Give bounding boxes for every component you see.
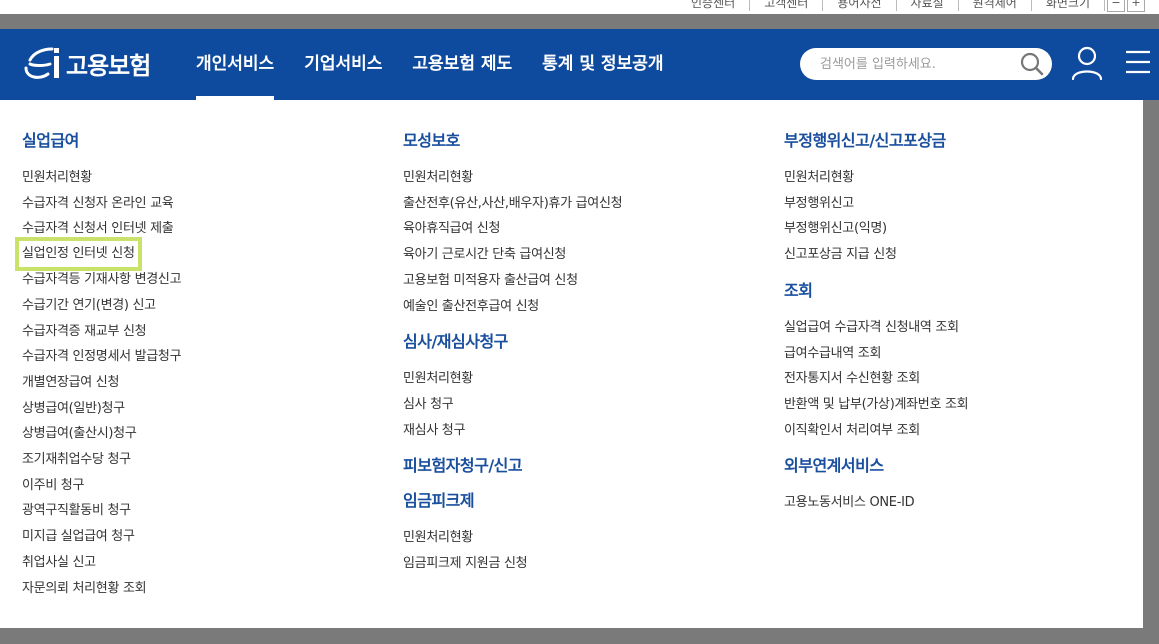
menu-link[interactable]: 이직확인서 처리여부 조회 bbox=[784, 418, 968, 444]
menu-link[interactable]: 자문의뢰 처리현황 조회 bbox=[22, 576, 181, 602]
category-title[interactable]: 외부연계서비스 bbox=[784, 455, 968, 477]
category-title[interactable]: 심사/재심사청구 bbox=[403, 331, 622, 353]
menu-link[interactable]: 수급자격증 재교부 신청 bbox=[22, 319, 181, 345]
menu-link[interactable]: 육아휴직급여 신청 bbox=[403, 216, 622, 242]
menu-link[interactable]: 육아기 근로시간 단축 급여신청 bbox=[403, 242, 622, 268]
menu-link[interactable]: 광역구직활동비 청구 bbox=[22, 498, 181, 524]
menu-link[interactable]: 수급자격 신청서 인터넷 제출 bbox=[22, 216, 181, 242]
menu-link[interactable]: 수급자격등 기재사항 변경신고 bbox=[22, 267, 182, 293]
menu-link[interactable]: 민원처리현황 bbox=[403, 165, 622, 191]
nav-business-services[interactable]: 기업서비스 bbox=[304, 29, 382, 100]
menu-link[interactable]: 심사 청구 bbox=[403, 392, 622, 418]
category-title[interactable]: 조회 bbox=[784, 280, 968, 302]
util-link-auth[interactable]: 인증센터 bbox=[677, 0, 751, 11]
nav-statistics[interactable]: 통계 및 정보공개 bbox=[542, 29, 663, 100]
menu-link[interactable]: 부정행위신고 bbox=[784, 191, 968, 217]
main-navigation: 개인서비스 기업서비스 고용보험 제도 통계 및 정보공개 bbox=[196, 29, 694, 100]
utility-bar: 인증센터 고객센터 용어사전 자료실 원격제어 화면크기 − + bbox=[0, 0, 1159, 14]
menu-column-report: 부정행위신고/신고포상금 민원처리현황 부정행위신고 부정행위신고(익명) 신고… bbox=[784, 130, 969, 516]
menu-link[interactable]: 재심사 청구 bbox=[403, 418, 622, 444]
user-icon[interactable] bbox=[1070, 45, 1104, 81]
menu-link[interactable]: 반환액 및 납부(가상)계좌번호 조회 bbox=[784, 392, 969, 418]
site-header: 고용보험 개인서비스 기업서비스 고용보험 제도 통계 및 정보공개 bbox=[0, 29, 1159, 100]
menu-column-maternity: 모성보호 민원처리현황 출산전후(유산,사산,배우자)휴가 급여신청 육아휴직급… bbox=[403, 130, 623, 577]
menu-link[interactable]: 상병급여(출산시)청구 bbox=[22, 421, 181, 447]
menu-link[interactable]: 수급자격 신청자 온라인 교육 bbox=[22, 191, 181, 217]
nav-personal-services[interactable]: 개인서비스 bbox=[196, 29, 275, 100]
menu-link[interactable]: 미지급 실업급여 청구 bbox=[22, 524, 181, 550]
category-title[interactable]: 실업급여 bbox=[22, 130, 181, 152]
category-title[interactable]: 부정행위신고/신고포상금 bbox=[784, 130, 968, 152]
util-link-remote[interactable]: 원격제어 bbox=[959, 0, 1032, 11]
menu-link[interactable]: 실업급여 수급자격 신청내역 조회 bbox=[784, 315, 968, 341]
nav-insurance-system[interactable]: 고용보험 제도 bbox=[412, 29, 512, 100]
menu-column-unemployment: 실업급여 민원처리현황 수급자격 신청자 온라인 교육 수급자격 신청서 인터넷… bbox=[15, 130, 182, 602]
menu-link[interactable]: 이주비 청구 bbox=[22, 473, 181, 499]
menu-link[interactable]: 부정행위신고(익명) bbox=[784, 216, 968, 242]
util-link-screen-size: 화면크기 bbox=[1032, 0, 1105, 11]
menu-link[interactable]: 급여수급내역 조회 bbox=[784, 341, 968, 367]
search-box bbox=[800, 48, 1052, 80]
site-logo[interactable]: 고용보험 bbox=[22, 43, 151, 83]
menu-link[interactable]: 민원처리현황 bbox=[403, 525, 622, 551]
menu-link[interactable]: 상병급여(일반)청구 bbox=[22, 396, 181, 422]
menu-link[interactable]: 신고포상금 지급 신청 bbox=[784, 242, 968, 268]
menu-link[interactable]: 예술인 출산전후급여 신청 bbox=[403, 294, 622, 320]
zoom-out-button[interactable]: − bbox=[1107, 0, 1125, 12]
hamburger-menu-icon[interactable] bbox=[1124, 49, 1152, 75]
menu-link[interactable]: 수급자격 인정명세서 발급청구 bbox=[22, 344, 182, 370]
menu-link[interactable]: 조기재취업수당 청구 bbox=[22, 447, 181, 473]
utility-links: 인증센터 고객센터 용어사전 자료실 원격제어 화면크기 − + bbox=[677, 0, 1145, 12]
logo-emblem-icon bbox=[22, 44, 64, 82]
menu-link[interactable]: 수급기간 연기(변경) 신고 bbox=[22, 293, 181, 319]
search-icon[interactable] bbox=[1020, 52, 1044, 76]
menu-link[interactable]: 고용노동서비스 ONE-ID bbox=[784, 490, 968, 516]
category-title[interactable]: 모성보호 bbox=[403, 130, 622, 152]
util-link-library[interactable]: 자료실 bbox=[897, 0, 959, 11]
search-input[interactable] bbox=[820, 48, 1010, 80]
menu-link[interactable]: 출산전후(유산,사산,배우자)휴가 급여신청 bbox=[403, 191, 623, 217]
util-link-customer[interactable]: 고객센터 bbox=[750, 0, 824, 11]
menu-link[interactable]: 임금피크제 지원금 신청 bbox=[403, 551, 622, 577]
category-title[interactable]: 임금피크제 bbox=[403, 490, 622, 512]
menu-link[interactable]: 개별연장급여 신청 bbox=[22, 370, 181, 396]
menu-link[interactable]: 민원처리현황 bbox=[784, 165, 968, 191]
logo-text: 고용보험 bbox=[66, 51, 151, 80]
menu-link-highlighted[interactable]: 실업인정 인터넷 신청 bbox=[15, 237, 142, 272]
category-title[interactable]: 피보험자청구/신고 bbox=[403, 455, 622, 477]
menu-link[interactable]: 취업사실 신고 bbox=[22, 550, 181, 576]
zoom-in-button[interactable]: + bbox=[1127, 0, 1145, 12]
menu-link[interactable]: 민원처리현황 bbox=[403, 366, 622, 392]
menu-link[interactable]: 전자통지서 수신현황 조회 bbox=[784, 366, 968, 392]
menu-link[interactable]: 민원처리현황 bbox=[22, 165, 181, 191]
mega-menu-panel: 실업급여 민원처리현황 수급자격 신청자 온라인 교육 수급자격 신청서 인터넷… bbox=[0, 100, 1143, 628]
menu-link[interactable]: 고용보험 미적용자 출산급여 신청 bbox=[403, 268, 622, 294]
util-link-glossary[interactable]: 용어사전 bbox=[823, 0, 897, 11]
